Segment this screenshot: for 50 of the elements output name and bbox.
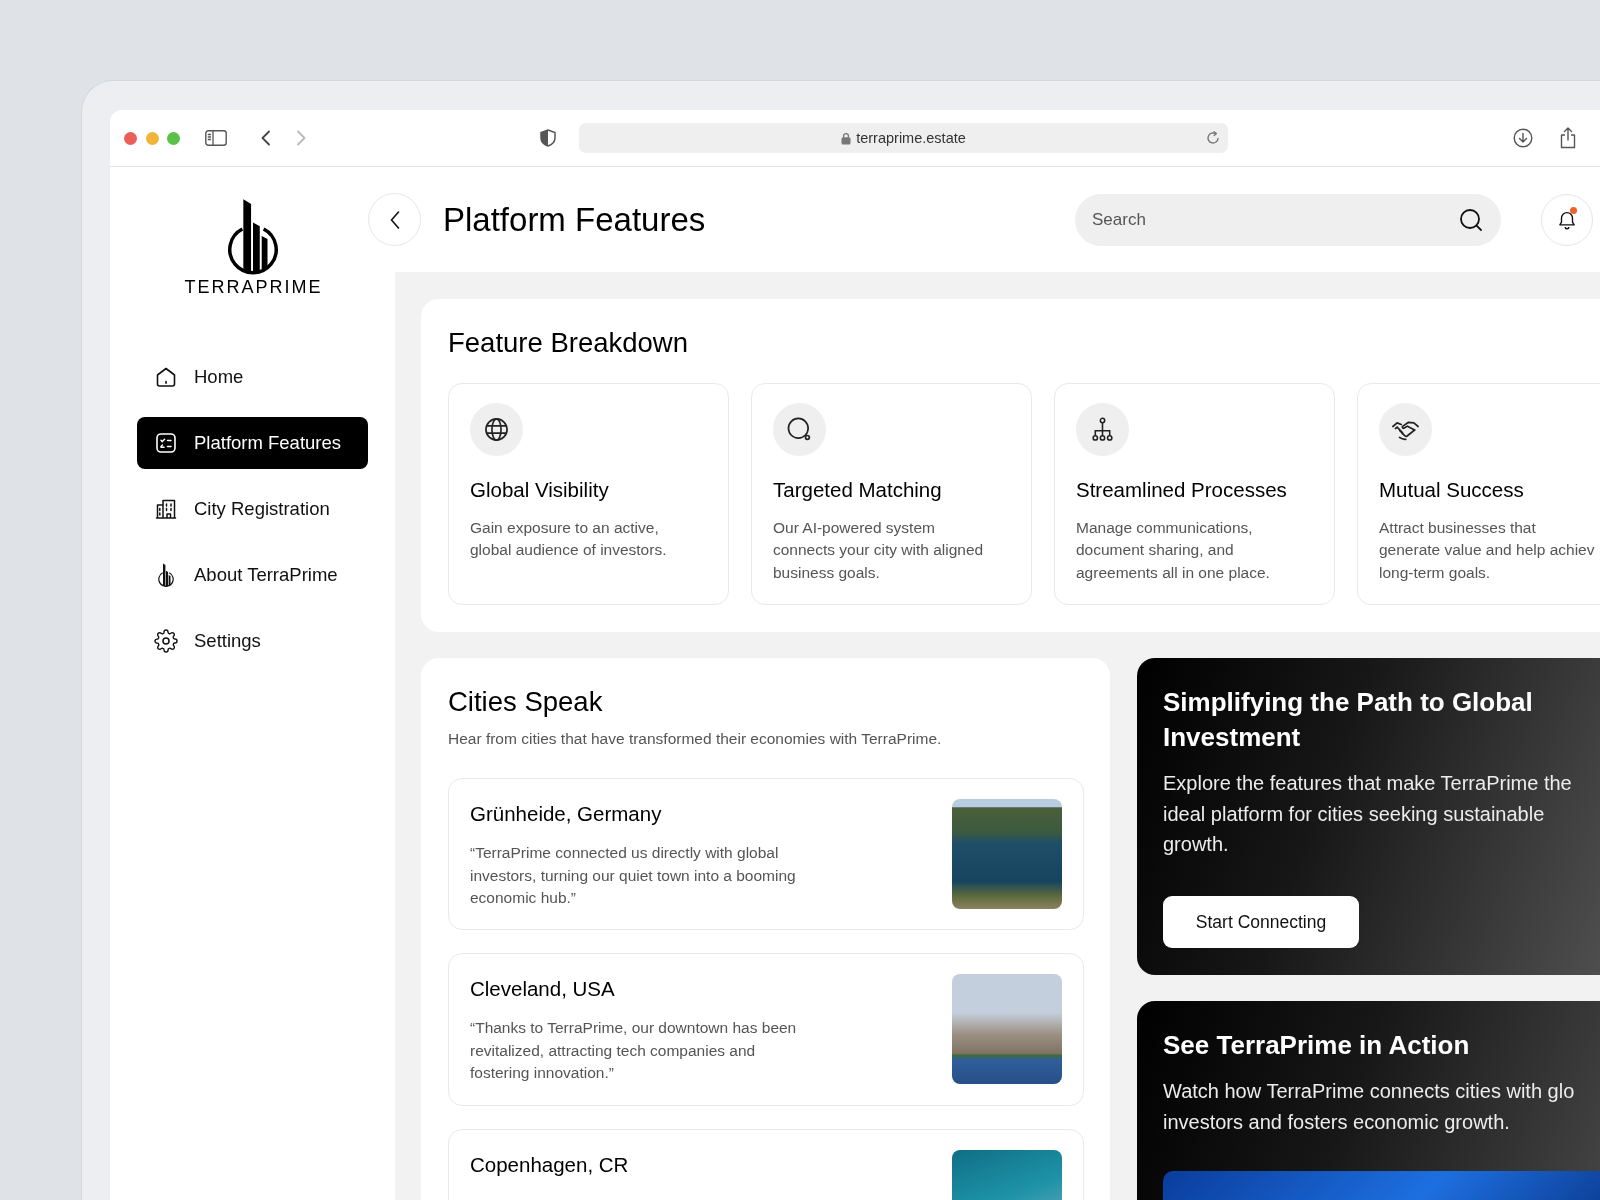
feature-description: Gain exposure to an active, global audience of investors. — [470, 518, 668, 561]
feature-title: Mutual Success — [1379, 477, 1525, 503]
zoom-window-icon[interactable] — [167, 131, 180, 145]
search-field[interactable]: Search — [1075, 193, 1501, 246]
lock-icon — [841, 131, 852, 145]
building-icon — [154, 497, 178, 521]
section-title: Cities Speak — [448, 685, 604, 720]
close-window-icon[interactable] — [124, 131, 137, 145]
feature-description: Manage communications, document sharing, and agreements all in one place. — [1076, 518, 1271, 583]
city-name: Copenhagen, CR — [470, 1151, 629, 1178]
nav-item[interactable]: Settings — [137, 615, 368, 667]
home-icon — [154, 365, 178, 389]
shield-icon[interactable] — [540, 129, 556, 147]
nav-item[interactable]: Platform Features — [137, 417, 368, 469]
handshake-icon — [1379, 403, 1432, 456]
url-text: terraprime.estate — [856, 130, 966, 146]
search-icon[interactable] — [1459, 207, 1483, 232]
city-name: Grünheide, Germany — [470, 801, 663, 828]
logo-text: TERRAPRIME — [183, 276, 323, 298]
address-bar[interactable]: terraprime.estate — [579, 123, 1228, 153]
promo-title: Simplifying the Path to Global Investment — [1163, 686, 1534, 755]
feature-description: Attract businesses that generate value and help achiev long-term goals. — [1379, 518, 1596, 583]
nav-item[interactable]: About TerraPrime — [137, 549, 368, 601]
city-name: Cleveland, USA — [470, 976, 616, 1003]
reload-icon[interactable] — [1206, 131, 1220, 145]
start-connecting-button[interactable]: Start Connecting — [1163, 896, 1359, 948]
share-icon[interactable] — [1559, 127, 1577, 149]
feature-title: Global Visibility — [470, 477, 610, 503]
feature-title: Targeted Matching — [773, 477, 943, 503]
magnifier-icon — [773, 403, 826, 456]
checklist-icon — [154, 431, 178, 455]
sidebar-toggle-icon[interactable] — [205, 130, 227, 146]
page-title: Platform Features — [443, 199, 706, 240]
settings-icon — [154, 629, 178, 653]
feature-description: Our AI-powered system connects your city with aligned business goals. — [773, 518, 985, 583]
back-icon[interactable] — [260, 130, 271, 146]
nav-item[interactable]: Home — [137, 351, 368, 403]
promo-title: See TerraPrime in Action — [1163, 1029, 1471, 1062]
hierarchy-icon — [1076, 403, 1129, 456]
globe-icon — [470, 403, 523, 456]
section-subtitle: Hear from cities that have transformed their economies with TerraPrime. — [448, 729, 943, 750]
section-title: Feature Breakdown — [448, 326, 689, 360]
testimonial-quote: “TerraPrime connected us directly with global investors, turning our quiet town into a booming economic hub.” — [470, 843, 797, 909]
testimonial-quote: “Thanks to TerraPrime, our downtown has been revitalized, attracting tech companies and fostering innovation.” — [470, 1018, 798, 1084]
nav-item[interactable]: City Registration — [137, 483, 368, 535]
promo-text: Explore the features that make TerraPrime the ideal platform for cities seeking sustainable growth. — [1163, 771, 1573, 858]
chevron-left-icon — [389, 210, 400, 229]
feature-title: Streamlined Processes — [1076, 477, 1288, 503]
download-icon[interactable] — [1513, 128, 1533, 148]
promo-text: Watch how TerraPrime connects cities with glo investors and fosters economic growth. — [1163, 1079, 1576, 1135]
